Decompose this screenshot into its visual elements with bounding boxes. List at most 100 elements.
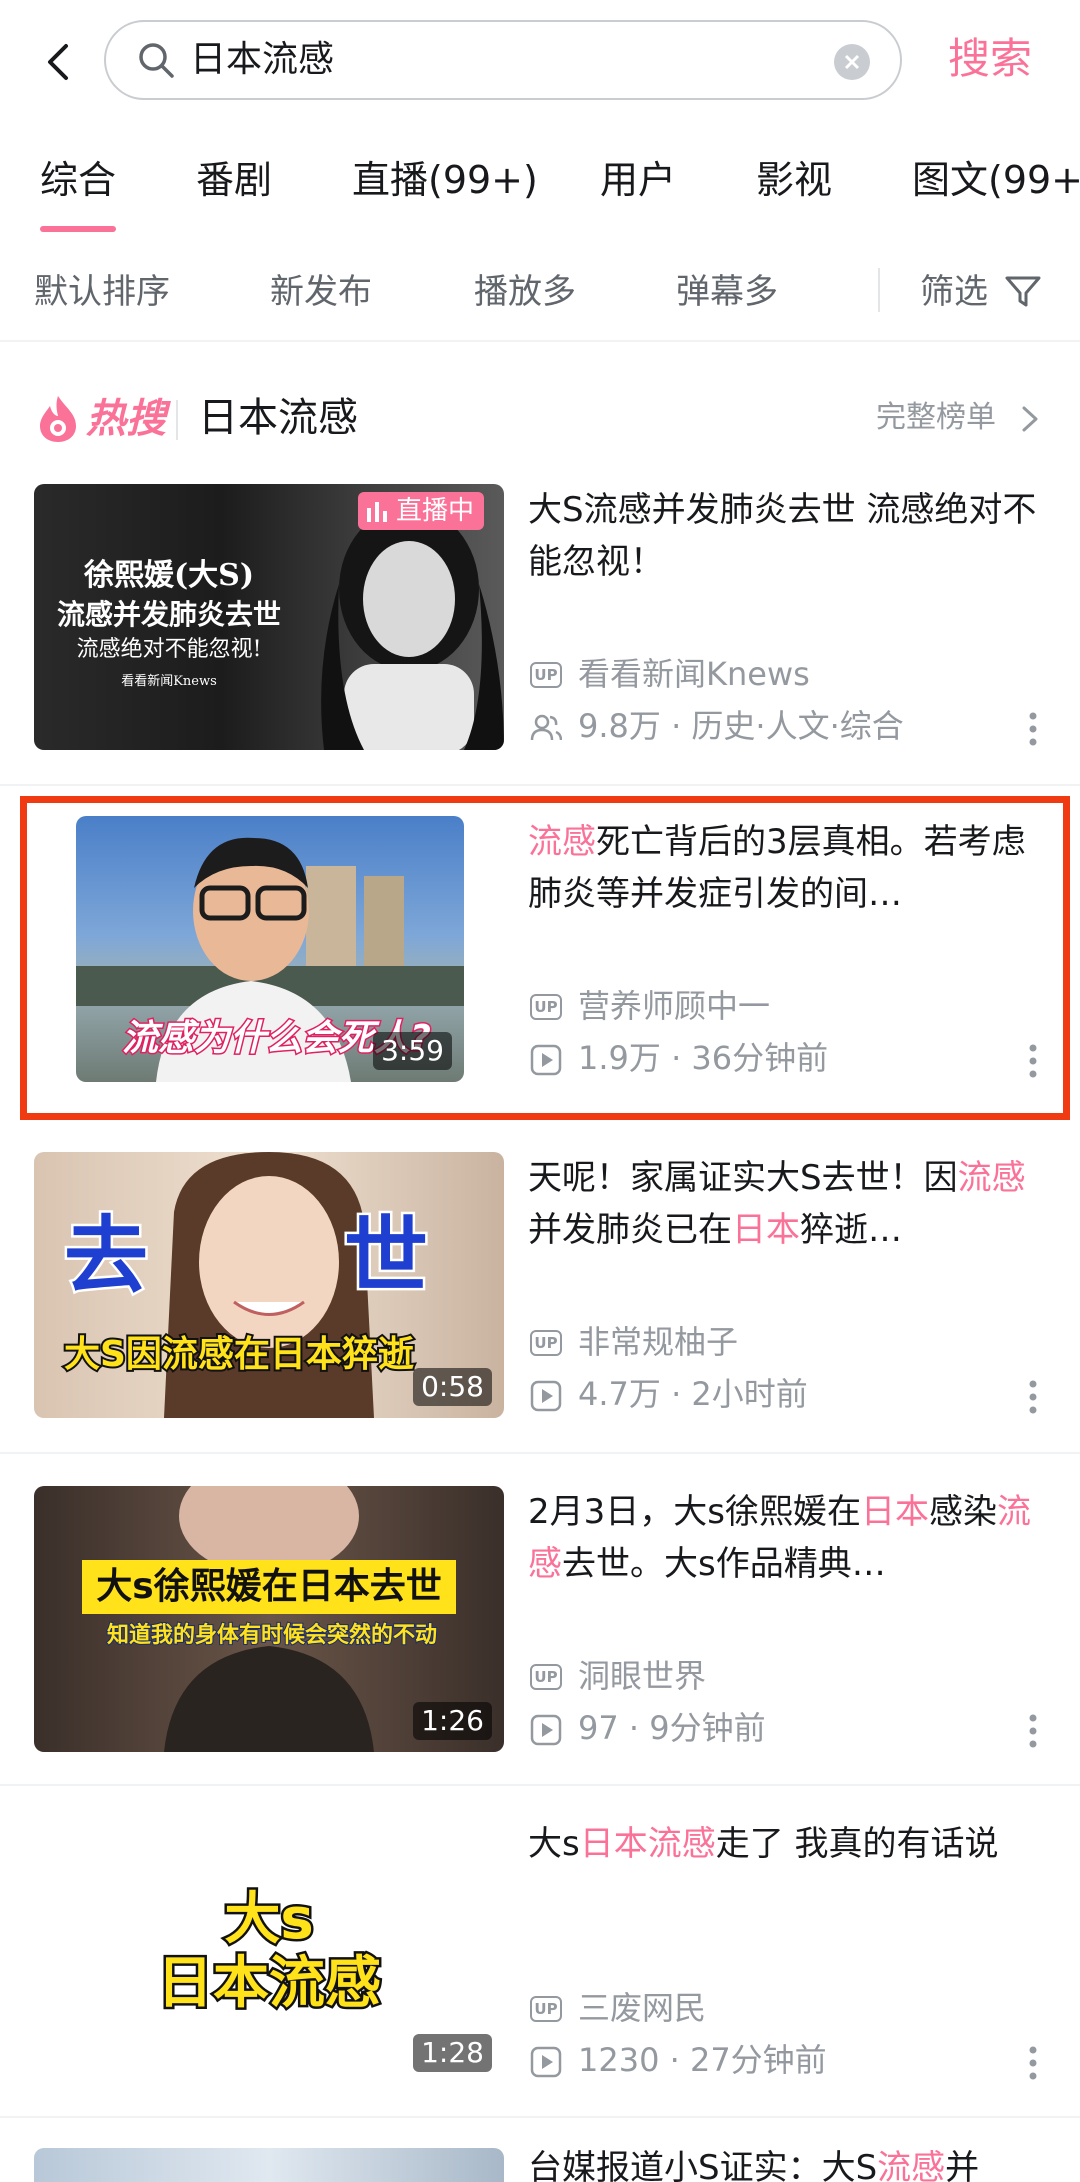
thumbnail-big-text: 世 (341, 1206, 430, 1307)
thumbnail-caption: 大s徐熙媛在日本去世 (96, 1566, 442, 1607)
tab-bangumi[interactable]: 番剧 (196, 152, 272, 208)
video-thumbnail[interactable] (34, 2148, 504, 2182)
uploader-name[interactable]: 看看新闻Knews (578, 652, 810, 696)
title-text: 大s (528, 1824, 580, 1864)
tab-indicator (40, 226, 116, 232)
sort-newest[interactable]: 新发布 (270, 266, 372, 318)
divider (0, 340, 1080, 342)
title-text: 台媒报道小S证实：大S (528, 2148, 878, 2182)
video-card[interactable]: 大s徐熙媛在日本去世 知道我的身体有时候会突然的不动 1:26 2月3日，大s徐… (0, 1486, 1080, 1816)
video-thumbnail[interactable]: 去 世 大S因流感在日本猝逝 0:58 (34, 1152, 504, 1418)
filter-button[interactable]: 筛选 (920, 266, 988, 318)
tab-all[interactable]: 综合 (40, 152, 116, 208)
more-options-icon[interactable] (1028, 1714, 1038, 1748)
tab-live[interactable]: 直播(99+) (352, 152, 538, 208)
video-card[interactable]: 去 世 大S因流感在日本猝逝 0:58 天呢！家属证实大S去世！因流感并发肺炎已… (0, 1152, 1080, 1482)
video-thumbnail[interactable]: 大s 日本流感 1:28 (34, 1818, 504, 2084)
uploader-name[interactable]: 非常规柚子 (578, 1320, 738, 1364)
sort-most-played[interactable]: 播放多 (474, 266, 576, 318)
person-portrait (164, 1486, 374, 1752)
thumb-line: 看看新闻Knews (121, 674, 217, 689)
video-thumbnail[interactable]: 直播中 徐熙媛(大S) 流感并发肺炎去世 流感绝对不能忽视! 看看新闻Knews (34, 484, 504, 750)
title-highlight: 日本 (732, 1210, 800, 1250)
video-card[interactable]: 直播中 徐熙媛(大S) 流感并发肺炎去世 流感绝对不能忽视! 看看新闻Knews… (0, 484, 1080, 814)
video-title[interactable]: 大S流感并发肺炎去世 流感绝对不能忽视！ (528, 484, 1048, 588)
video-stats: 4.7万 · 2小时前 (578, 1375, 808, 1413)
thumb-line: 流感并发肺炎去世 (56, 598, 281, 631)
divider (0, 1784, 1080, 1786)
video-duration: 1:26 (413, 1702, 492, 1740)
thumbnail-caption: 大s 日本流感 (34, 1885, 504, 2018)
thumb-line: 大s (222, 1885, 316, 1954)
up-badge: UP (530, 662, 562, 688)
video-thumbnail[interactable]: 大s徐熙媛在日本去世 知道我的身体有时候会突然的不动 1:26 (34, 1486, 504, 1752)
hot-search-label: 热搜 (86, 396, 166, 442)
search-button[interactable]: 搜索 (948, 30, 1032, 88)
video-stats: 97 · 9分钟前 (578, 1709, 766, 1747)
divider (0, 784, 1080, 786)
tab-users[interactable]: 用户 (600, 152, 676, 208)
clear-icon[interactable] (834, 44, 870, 80)
more-options-icon[interactable] (1028, 1380, 1038, 1414)
title-text: 并发肺炎已在 (528, 1210, 732, 1250)
up-badge: UP (530, 1330, 562, 1356)
title-text: 天呢！家属证实大S去世！因 (528, 1158, 958, 1198)
title-text: 走了 我真的有话说 (715, 1824, 999, 1864)
up-badge: UP (530, 1996, 562, 2022)
uploader-name[interactable]: 洞眼世界 (578, 1654, 706, 1698)
more-options-icon[interactable] (1028, 2046, 1038, 2080)
play-icon (530, 1380, 562, 1412)
thumb-line: 日本流感 (155, 1949, 384, 2018)
title-text: 感染 (928, 1492, 997, 1532)
thumbnail-caption: 大S因流感在日本猝逝 (62, 1332, 416, 1377)
people-icon (530, 714, 562, 741)
video-title[interactable]: 天呢！家属证实大S去世！因流感并发肺炎已在日本猝逝… (528, 1152, 1048, 1256)
sort-most-danmaku[interactable]: 弹幕多 (676, 266, 778, 318)
title-highlight: 流感 (957, 1158, 1026, 1198)
thumbnail-big-text: 去 (61, 1206, 150, 1307)
filter-icon[interactable] (1004, 272, 1042, 310)
live-bars-icon (367, 502, 387, 522)
divider (0, 2116, 1080, 2118)
flame-icon (40, 396, 76, 442)
video-title[interactable]: 大s日本流感走了 我真的有话说 (528, 1818, 1048, 1870)
back-arrow-icon[interactable] (38, 40, 82, 84)
thumbnail-subtitle: 知道我的身体有时候会突然的不动 (106, 1622, 438, 1649)
video-duration: 1:28 (413, 2034, 492, 2072)
search-icon (139, 43, 174, 78)
sort-divider (878, 268, 880, 312)
play-icon (530, 2046, 562, 2078)
full-list-link[interactable]: 完整榜单 (876, 396, 996, 440)
search-query[interactable]: 日本流感 (190, 36, 334, 84)
live-badge: 直播中 (358, 492, 485, 530)
video-card[interactable]: 大s 日本流感 1:28 大s日本流感走了 我真的有话说 UP 三废网民 123… (0, 1818, 1080, 2148)
thumb-line: 流感绝对不能忽视! (76, 637, 262, 662)
title-highlight: 流感 (877, 2148, 946, 2182)
highlight-box (20, 796, 1070, 1120)
more-options-icon[interactable] (1028, 712, 1038, 746)
video-title[interactable]: 台媒报道小S证实：大S流感并 (528, 2148, 1068, 2182)
person-portrait (321, 507, 504, 750)
title-text: 猝逝… (800, 1210, 902, 1250)
tab-articles[interactable]: 图文(99+) (912, 152, 1080, 208)
divider (0, 1452, 1080, 1454)
title-highlight: 日本流感 (579, 1824, 716, 1864)
video-title[interactable]: 2月3日，大s徐熙媛在日本感染流感去世。大s作品精典… (528, 1486, 1048, 1590)
up-badge: UP (530, 1664, 562, 1690)
sort-default[interactable]: 默认排序 (34, 266, 170, 318)
video-stats: 9.8万 · 历史·人文·综合 (578, 707, 904, 745)
video-duration: 0:58 (413, 1368, 492, 1406)
thumbnail-caption: 徐熙媛(大S) 流感并发肺炎去世 流感绝对不能忽视! 看看新闻Knews (44, 556, 294, 694)
live-badge-text: 直播中 (396, 496, 475, 526)
thumb-line: 徐熙媛(大S) (83, 558, 255, 593)
play-icon (530, 1714, 562, 1746)
video-card[interactable]: 台媒报道小S证实：大S流感并 (0, 2148, 1080, 2182)
search-input[interactable]: 日本流感 (104, 20, 902, 100)
title-text: 去世。大s作品精典… (562, 1544, 886, 1584)
hot-search-keyword[interactable]: 日本流感 (198, 390, 358, 446)
tab-film[interactable]: 影视 (756, 152, 832, 208)
title-highlight: 日本 (860, 1492, 929, 1532)
uploader-name[interactable]: 三废网民 (578, 1986, 706, 2030)
title-text: 并 (945, 2148, 980, 2182)
chevron-right-icon[interactable] (1018, 404, 1042, 434)
